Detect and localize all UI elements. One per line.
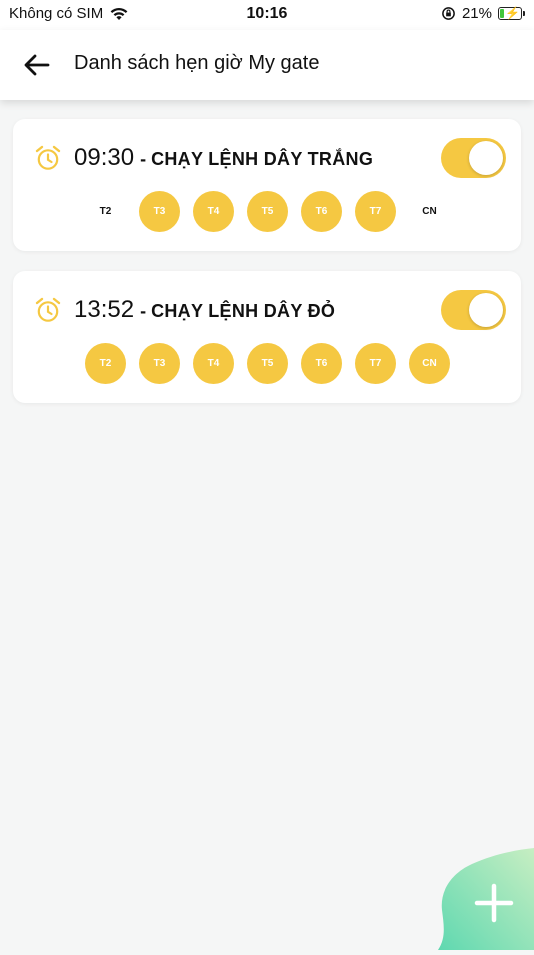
day-cn[interactable]: CN	[409, 343, 450, 384]
timer-card[interactable]: 13:52 - CHẠY LỆNH DÂY ĐỎ T2 T3 T4 T5 T6 …	[13, 271, 521, 403]
timer-separator: -	[140, 149, 147, 169]
day-t5[interactable]: T5	[247, 343, 288, 384]
status-bar: Không có SIM 10:16 21% ⚡	[0, 0, 534, 30]
timer-enable-toggle[interactable]	[441, 138, 506, 178]
day-t5[interactable]: T5	[247, 191, 288, 232]
battery-charging-icon: ⚡	[498, 6, 525, 20]
day-t2[interactable]: T2	[85, 343, 126, 384]
timer-title: 13:52 - CHẠY LỆNH DÂY ĐỎ	[74, 296, 335, 324]
app-header: Danh sách hẹn giờ My gate	[0, 30, 534, 100]
timer-name: CHẠY LỆNH DÂY ĐỎ	[151, 301, 336, 321]
alarm-clock-icon	[35, 297, 61, 322]
day-t4[interactable]: T4	[193, 191, 234, 232]
timer-title: 09:30 - CHẠY LỆNH DÂY TRẮNG	[74, 144, 373, 172]
toggle-knob	[469, 293, 503, 327]
day-t7[interactable]: T7	[355, 343, 396, 384]
alarm-clock-icon	[35, 145, 61, 170]
timer-enable-toggle[interactable]	[441, 290, 506, 330]
day-t3[interactable]: T3	[139, 343, 180, 384]
back-button[interactable]	[20, 48, 54, 82]
weekday-selector: T2 T3 T4 T5 T6 T7 CN	[85, 343, 450, 384]
toggle-knob	[469, 141, 503, 175]
timer-separator: -	[140, 301, 147, 321]
add-timer-button[interactable]	[436, 848, 534, 950]
orientation-lock-icon	[442, 7, 455, 20]
page-title: Danh sách hẹn giờ My gate	[74, 52, 320, 74]
day-t6[interactable]: T6	[301, 191, 342, 232]
day-t2[interactable]: T2	[85, 191, 126, 232]
timer-card[interactable]: 09:30 - CHẠY LỆNH DÂY TRẮNG T2 T3 T4 T5 …	[13, 119, 521, 251]
timer-time: 09:30	[74, 144, 135, 171]
day-t4[interactable]: T4	[193, 343, 234, 384]
battery-percent: 21%	[461, 5, 492, 22]
plus-icon	[474, 883, 514, 923]
day-t7[interactable]: T7	[355, 191, 396, 232]
arrow-left-icon	[24, 54, 50, 76]
day-cn[interactable]: CN	[409, 191, 450, 232]
weekday-selector: T2 T3 T4 T5 T6 T7 CN	[85, 191, 450, 232]
day-t6[interactable]: T6	[301, 343, 342, 384]
timer-time: 13:52	[74, 296, 135, 323]
status-right: 21% ⚡	[441, 5, 525, 22]
timer-name: CHẠY LỆNH DÂY TRẮNG	[151, 149, 374, 169]
day-t3[interactable]: T3	[139, 191, 180, 232]
